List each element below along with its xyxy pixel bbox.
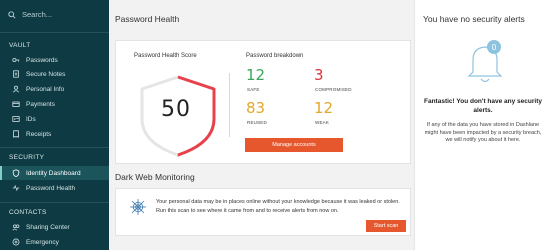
receipt-icon	[13, 130, 19, 138]
dark-web-card: Your personal data may be in places onli…	[115, 188, 411, 236]
sidebar-item-label: Passwords	[26, 56, 58, 64]
id-icon	[12, 116, 20, 122]
score-value: 50	[161, 97, 191, 122]
dark-web-description: Your personal data may be in places onli…	[156, 199, 400, 214]
sidebar-divider	[0, 32, 109, 33]
stat-safe-label: SAFE	[247, 87, 260, 92]
sidebar-item-password-health[interactable]: Password Health	[0, 181, 109, 195]
section-vault: VAULT	[9, 42, 31, 49]
sidebar-item-label: Password Health	[26, 184, 76, 192]
stat-reused-label: REUSED	[247, 120, 267, 125]
shield-icon	[12, 169, 20, 177]
dark-web-title: Dark Web Monitoring	[115, 172, 195, 182]
section-security: SECURITY	[9, 154, 45, 161]
start-scan-button[interactable]: Start scan	[366, 220, 406, 232]
sidebar: Search... VAULT Passwords Secure Notes P…	[0, 0, 109, 250]
sidebar-item-personal-info[interactable]: Personal Info	[0, 82, 109, 96]
person-icon	[12, 85, 20, 93]
alerts-title: You have no security alerts	[423, 14, 525, 24]
card-divider	[229, 73, 230, 137]
stat-safe-value: 12	[246, 66, 266, 84]
sidebar-item-ids[interactable]: IDs	[0, 112, 109, 126]
sidebar-item-sharing-center[interactable]: Sharing Center	[0, 220, 109, 234]
security-alerts-panel: You have no security alerts 0 Fantastic!…	[414, 0, 550, 250]
search-icon	[8, 10, 16, 19]
sidebar-item-label: Sharing Center	[26, 223, 70, 231]
search-placeholder: Search...	[22, 10, 53, 19]
stat-compromised-label: COMPROMISED	[315, 87, 352, 92]
spider-web-icon	[130, 199, 146, 215]
note-icon	[13, 70, 19, 78]
manage-accounts-button[interactable]: Manage accounts	[245, 138, 343, 152]
key-icon	[12, 58, 20, 62]
main-content: Password Health Password Health Score 50…	[109, 0, 414, 250]
alert-count-badge: 0	[487, 40, 501, 54]
score-label: Password Health Score	[134, 53, 197, 59]
sidebar-item-label: Secure Notes	[26, 70, 66, 78]
search-bar[interactable]: Search...	[8, 10, 52, 19]
sidebar-item-emergency[interactable]: Emergency	[0, 235, 109, 249]
stat-weak-value: 12	[314, 99, 334, 117]
no-alerts-headline: Fantastic! You don't have any security a…	[424, 98, 542, 114]
sidebar-divider	[0, 202, 109, 203]
password-health-card: Password Health Score 50 Password breakd…	[115, 40, 411, 164]
health-icon	[12, 184, 20, 192]
sidebar-item-identity-dashboard[interactable]: Identity Dashboard	[0, 166, 109, 180]
sidebar-item-payments[interactable]: Payments	[0, 97, 109, 111]
sidebar-item-label: Emergency	[26, 238, 59, 246]
breakdown-label: Password breakdown	[246, 53, 304, 59]
card-icon	[12, 101, 20, 107]
sidebar-item-secure-notes[interactable]: Secure Notes	[0, 67, 109, 81]
stat-weak-label: WEAK	[315, 120, 330, 125]
sidebar-item-label: IDs	[26, 115, 36, 123]
stat-reused-value: 83	[246, 99, 266, 117]
sidebar-item-label: Identity Dashboard	[26, 169, 81, 177]
page-title: Password Health	[115, 14, 180, 24]
emergency-icon	[12, 238, 20, 246]
sidebar-divider	[0, 147, 109, 148]
sidebar-item-label: Receipts	[26, 130, 52, 138]
sidebar-item-passwords[interactable]: Passwords	[0, 53, 109, 67]
share-icon	[12, 224, 20, 231]
sidebar-item-label: Payments	[26, 100, 55, 108]
no-alerts-note: If any of the data you have stored in Da…	[424, 122, 542, 143]
stat-compromised-value: 3	[314, 66, 324, 84]
sidebar-item-label: Personal Info	[26, 85, 65, 93]
section-contacts: CONTACTS	[9, 209, 47, 216]
sidebar-item-receipts[interactable]: Receipts	[0, 127, 109, 141]
